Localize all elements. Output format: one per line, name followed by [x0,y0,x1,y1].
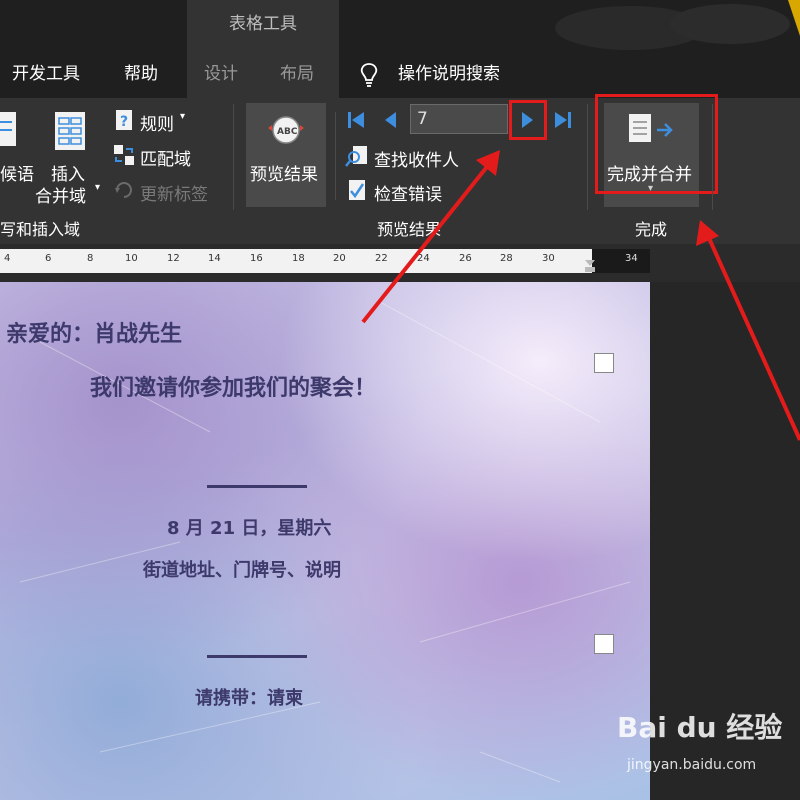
annotation-arrow-to-finish-merge [696,220,800,441]
